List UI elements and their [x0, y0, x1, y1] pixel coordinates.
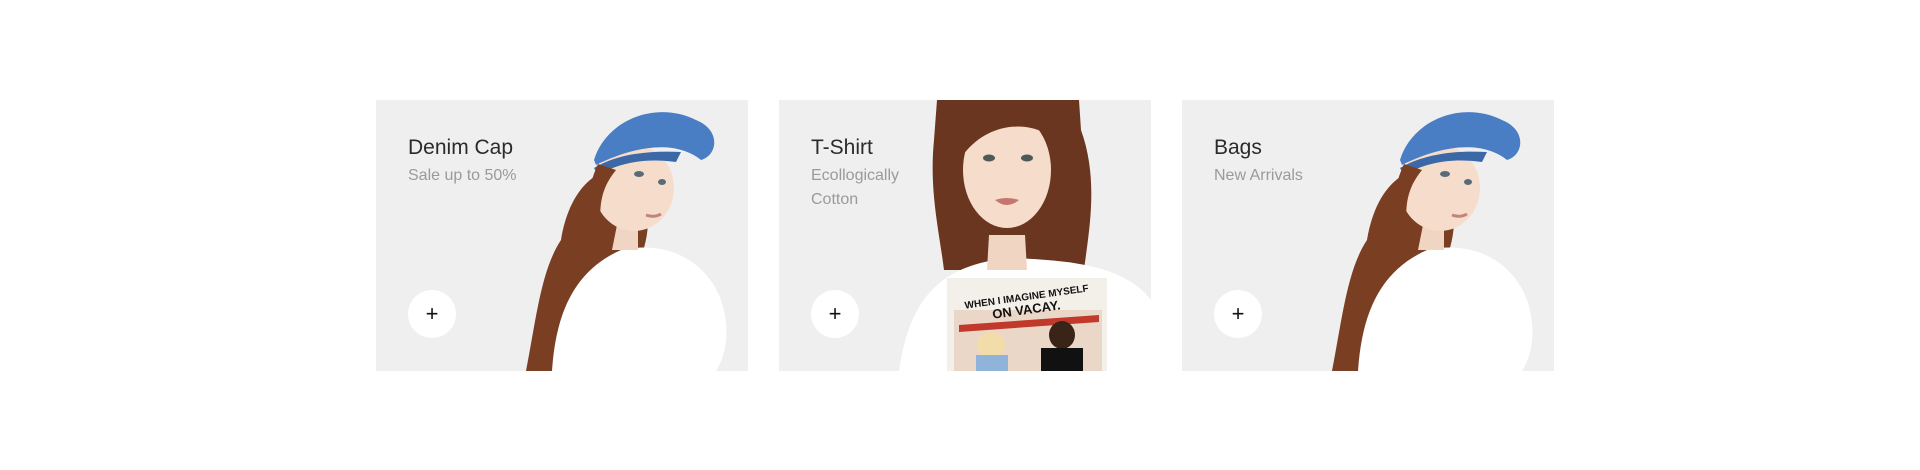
card-subtitle: Sale up to 50%: [408, 167, 517, 184]
product-cards: Denim Cap Sale up to 50% + WHEN I IMAGIN…: [376, 100, 1554, 371]
plus-icon: +: [828, 301, 842, 326]
product-card-denim-cap[interactable]: Denim Cap Sale up to 50% +: [376, 100, 748, 371]
card-title: Denim Cap: [408, 136, 514, 159]
card-title: Bags: [1214, 136, 1262, 159]
card-text: Denim Cap Sale up to 50%: [408, 134, 558, 188]
add-button[interactable]: +: [408, 290, 456, 338]
card-subtitle: New Arrivals: [1214, 167, 1303, 184]
card-title: T-Shirt: [811, 136, 873, 159]
plus-icon: +: [425, 301, 439, 326]
product-card-t-shirt[interactable]: WHEN I IMAGINE MYSELF ON VACAY. T-Shirt …: [779, 100, 1151, 371]
plus-icon: +: [1231, 301, 1245, 326]
add-button[interactable]: +: [811, 290, 859, 338]
product-card-bags[interactable]: Bags New Arrivals +: [1182, 100, 1554, 371]
add-button[interactable]: +: [1214, 290, 1262, 338]
card-text: T-Shirt Ecollogically Cotton: [811, 134, 961, 212]
card-text: Bags New Arrivals: [1214, 134, 1364, 188]
card-subtitle: Ecollogically Cotton: [811, 167, 900, 208]
